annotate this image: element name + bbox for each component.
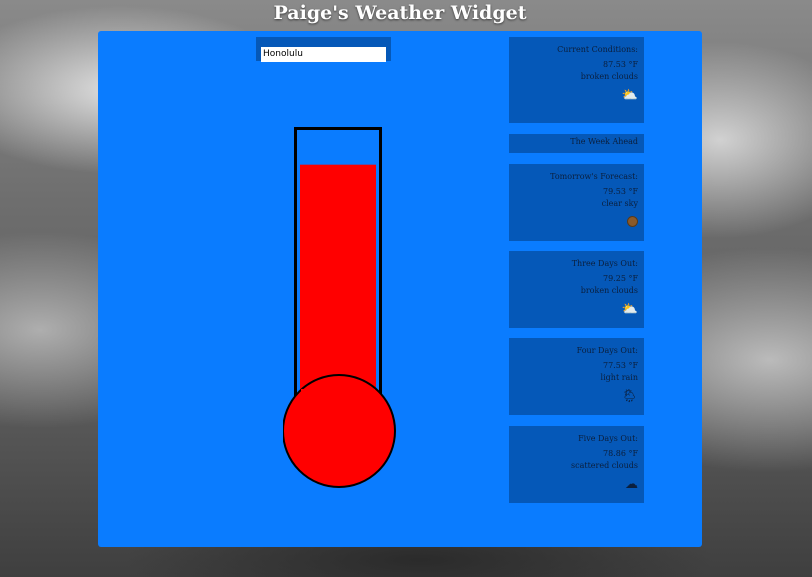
forecast-desc: broken clouds — [580, 286, 638, 295]
current-desc: broken clouds — [580, 72, 638, 81]
forecast-temp: 79.25 °F — [603, 274, 638, 283]
forecast-title: Four Days Out: — [576, 346, 638, 355]
city-search-container — [256, 37, 391, 62]
forecast-panel-2: Three Days Out: 79.25 °F broken clouds ⛅ — [509, 251, 644, 328]
page-title: Paige's Weather Widget — [273, 2, 527, 24]
current-temp: 87.53 °F — [603, 60, 638, 69]
light-rain-icon: 🌦 — [621, 389, 638, 404]
forecast-title: Three Days Out: — [571, 259, 638, 268]
forecast-panel-1: Tomorrow's Forecast: 79.53 °F clear sky — [509, 164, 644, 241]
thermometer-graphic — [283, 127, 396, 488]
weather-widget: Current Conditions: 87.53 °F broken clou… — [98, 31, 702, 547]
thermometer-neck — [301, 389, 375, 409]
thermometer — [283, 127, 403, 492]
city-search-input[interactable] — [261, 46, 386, 62]
forecast-title: Five Days Out: — [578, 434, 638, 443]
broken-clouds-icon: ⛅ — [621, 88, 638, 103]
clear-sky-icon — [515, 216, 638, 231]
current-conditions-title: Current Conditions: — [557, 45, 638, 54]
forecast-panel-3: Four Days Out: 77.53 °F light rain 🌦 — [509, 338, 644, 415]
forecast-temp: 79.53 °F — [603, 187, 638, 196]
forecast-desc: scattered clouds — [571, 461, 638, 470]
week-ahead-header: The Week Ahead — [509, 134, 644, 153]
forecast-title: Tomorrow's Forecast: — [550, 172, 638, 181]
forecast-desc: clear sky — [601, 199, 638, 208]
forecast-temp: 77.53 °F — [603, 361, 638, 370]
forecast-desc: light rain — [600, 373, 638, 382]
broken-clouds-icon: ⛅ — [621, 302, 638, 317]
current-conditions-panel: Current Conditions: 87.53 °F broken clou… — [509, 37, 644, 123]
forecast-panel-4: Five Days Out: 78.86 °F scattered clouds… — [509, 426, 644, 503]
scattered-clouds-icon: ☁ — [625, 477, 638, 492]
forecast-temp: 78.86 °F — [603, 449, 638, 458]
